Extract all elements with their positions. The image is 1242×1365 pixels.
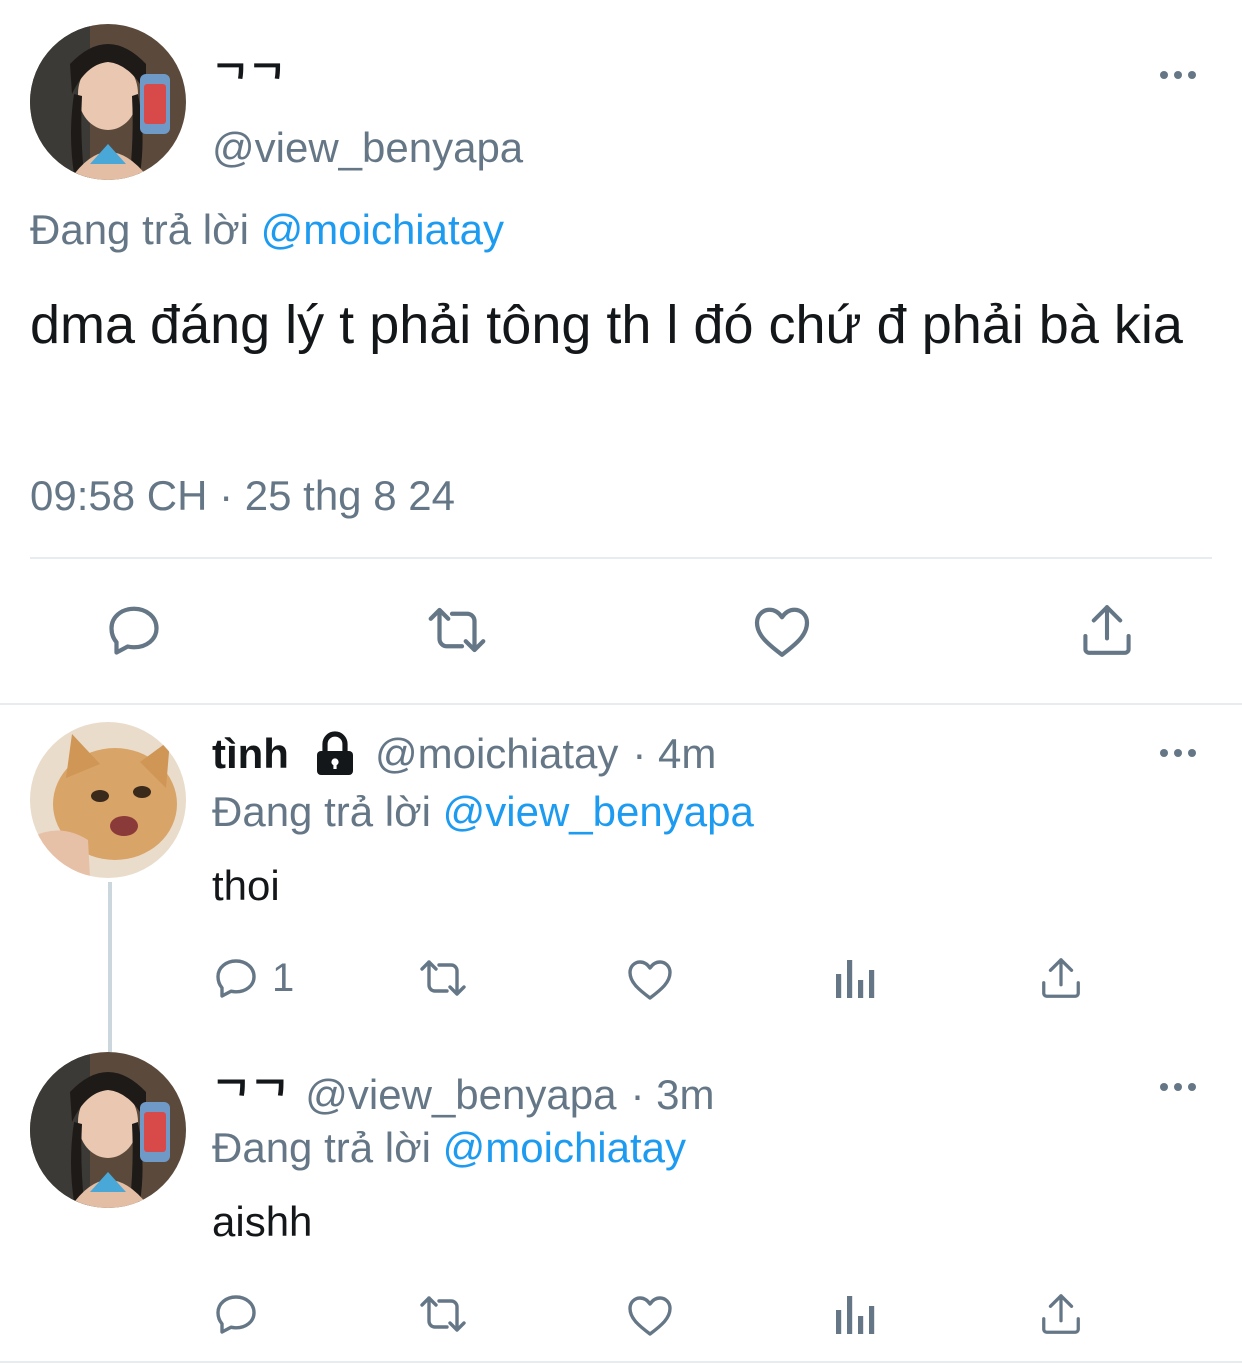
display-name[interactable]: ᄀᄀ: [212, 1064, 289, 1125]
section-divider: [0, 1361, 1242, 1363]
user-handle[interactable]: @view_benyapa: [212, 124, 523, 172]
like-icon[interactable]: [626, 1292, 674, 1338]
reply-prefix: Đang trả lời: [212, 788, 431, 835]
analytics-icon[interactable]: [834, 1290, 878, 1338]
reply-context: Đang trả lời @moichiatay: [212, 1124, 686, 1172]
user-handle[interactable]: @view_benyapa: [305, 1071, 616, 1119]
reply-header: tình @moichiatay · 4m: [212, 730, 716, 778]
analytics-icon[interactable]: [834, 954, 878, 1002]
share-icon[interactable]: [1078, 600, 1136, 660]
reply-to-mention[interactable]: @moichiatay: [443, 1124, 686, 1171]
reply-count: 1: [272, 955, 295, 1000]
thread-connector: [108, 882, 112, 1052]
reply-icon[interactable]: [212, 954, 260, 1002]
lock-icon: [313, 731, 357, 777]
reply-prefix: Đang trả lời: [212, 1124, 431, 1171]
reply-button[interactable]: 1: [212, 954, 294, 1002]
display-name[interactable]: ᄀᄀ: [212, 48, 286, 106]
like-icon[interactable]: [752, 602, 812, 660]
share-icon[interactable]: [1038, 954, 1084, 1002]
avatar[interactable]: [30, 24, 186, 180]
section-divider: [0, 703, 1242, 705]
retweet-icon[interactable]: [416, 1290, 470, 1338]
retweet-icon[interactable]: [416, 954, 470, 1002]
retweet-icon[interactable]: [424, 600, 490, 660]
reply-to-mention[interactable]: @view_benyapa: [443, 788, 754, 835]
reply-context: Đang trả lời @view_benyapa: [212, 788, 754, 836]
reply-icon[interactable]: [212, 1290, 260, 1338]
avatar[interactable]: [30, 1052, 186, 1208]
reply-prefix: Đang trả lời: [30, 206, 249, 253]
reply-header: ᄀᄀ @view_benyapa · 3m: [212, 1064, 714, 1125]
share-icon[interactable]: [1038, 1290, 1084, 1338]
user-handle[interactable]: @moichiatay: [375, 730, 618, 778]
reply-context: Đang trả lời @moichiatay: [30, 206, 504, 254]
reply-icon[interactable]: [104, 600, 164, 660]
divider: [30, 557, 1212, 559]
reply-to-mention[interactable]: @moichiatay: [261, 206, 504, 253]
tweet-time[interactable]: · 3m: [630, 1071, 714, 1119]
like-icon[interactable]: [626, 956, 674, 1002]
tweet-text: dma đáng lý t phải tông th l đó chứ đ ph…: [30, 295, 1183, 355]
tweet-text: aishh: [212, 1198, 313, 1245]
display-name[interactable]: tình: [212, 730, 289, 778]
tweet-timestamp[interactable]: 09:58 CH · 25 thg 8 24: [30, 472, 455, 520]
avatar[interactable]: [30, 722, 186, 878]
more-icon[interactable]: [1160, 68, 1200, 82]
more-icon[interactable]: [1160, 1080, 1200, 1094]
more-icon[interactable]: [1160, 746, 1200, 760]
tweet-text: thoi: [212, 862, 280, 909]
tweet-time[interactable]: · 4m: [632, 730, 716, 778]
